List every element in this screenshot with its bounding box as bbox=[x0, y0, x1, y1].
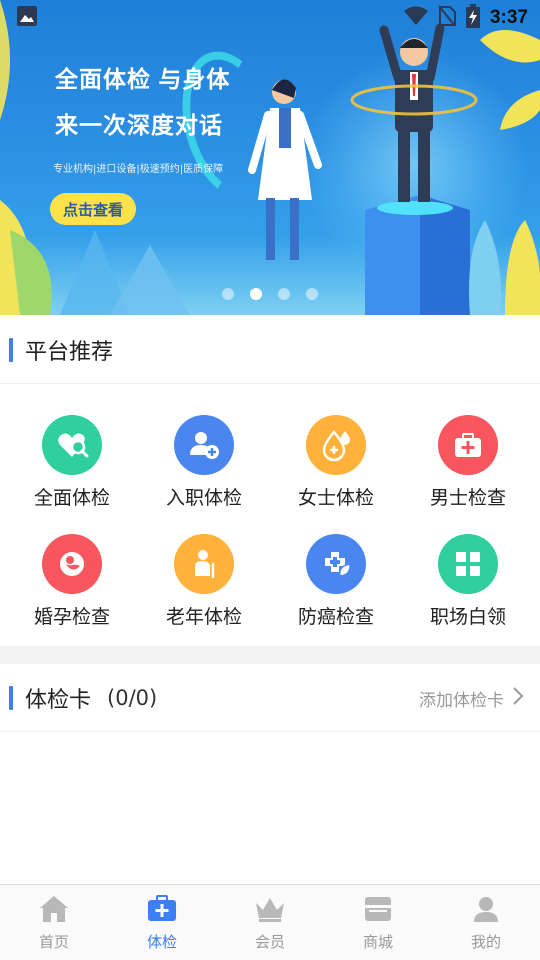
wifi-icon bbox=[403, 6, 428, 30]
tab-member[interactable]: 会员 bbox=[216, 885, 324, 960]
tab-home[interactable]: 首页 bbox=[0, 885, 108, 960]
platform-item-label: 入职体检 bbox=[165, 487, 242, 509]
user-icon bbox=[470, 895, 502, 927]
add-card-label: 添加体检卡 bbox=[419, 690, 504, 711]
carousel-dot[interactable] bbox=[222, 288, 234, 300]
card-count: (0/0) bbox=[107, 686, 158, 710]
platform-item-pregnancy[interactable]: 婚孕检查 bbox=[6, 524, 138, 629]
no-sim-icon bbox=[438, 5, 456, 31]
chevron-right-icon bbox=[512, 686, 524, 711]
platform-item-full-checkup[interactable]: 全面体检 bbox=[6, 405, 138, 510]
crown-icon bbox=[254, 895, 286, 927]
section-accent-bar bbox=[9, 338, 13, 362]
platform-item-women[interactable]: 女士体检 bbox=[270, 405, 402, 510]
banner-illustration bbox=[0, 0, 540, 315]
platform-item-label: 职场白领 bbox=[429, 606, 506, 628]
platform-item-label: 婚孕检查 bbox=[33, 606, 110, 628]
tab-shop[interactable]: 商城 bbox=[324, 885, 432, 960]
platform-item-label: 女士体检 bbox=[297, 487, 374, 509]
drop-plus-icon bbox=[306, 415, 366, 475]
tab-label: 会员 bbox=[254, 933, 285, 951]
platform-item-white-collar[interactable]: 职场白领 bbox=[402, 524, 534, 629]
battery-charging-icon bbox=[465, 4, 480, 32]
shop-icon bbox=[362, 895, 394, 927]
cross-leaf-icon bbox=[306, 534, 366, 594]
tab-checkup[interactable]: 体检 bbox=[108, 885, 216, 960]
divider bbox=[0, 731, 540, 732]
grid-icon bbox=[438, 534, 498, 594]
carousel-dot[interactable] bbox=[278, 288, 290, 300]
platform-item-label: 全面体检 bbox=[33, 487, 110, 509]
banner-title-line1: 全面体检 与身体 bbox=[55, 66, 231, 92]
platform-item-cancer[interactable]: 防癌检查 bbox=[270, 524, 402, 629]
banner-cta-button[interactable]: 点击查看 bbox=[50, 193, 136, 225]
banner-subtitle: 专业机构|进口设备|极速预约|医质保障 bbox=[53, 164, 224, 175]
banner-carousel[interactable]: 全面体检 与身体 来一次深度对话 专业机构|进口设备|极速预约|医质保障 点击查… bbox=[0, 0, 540, 315]
status-time: 3:37 bbox=[489, 7, 528, 28]
add-card-button[interactable]: 添加体检卡 bbox=[419, 686, 524, 711]
platform-item-men[interactable]: 男士检查 bbox=[402, 405, 534, 510]
medkit-icon bbox=[438, 415, 498, 475]
carousel-indicator bbox=[222, 288, 318, 300]
carousel-dot[interactable] bbox=[306, 288, 318, 300]
medical-kit-icon bbox=[146, 895, 178, 927]
section-accent-bar bbox=[9, 686, 13, 710]
platform-item-label: 老年体检 bbox=[165, 606, 242, 628]
tab-profile[interactable]: 我的 bbox=[432, 885, 540, 960]
platform-item-onboarding[interactable]: 入职体检 bbox=[138, 405, 270, 510]
platform-section-title: 平台推荐 bbox=[25, 340, 114, 365]
platform-grid: 全面体检 入职体检 女士体检 男士检查 婚孕检查 老年体检 防癌检查 职场白领 bbox=[0, 405, 540, 629]
platform-section-header: 平台推荐 bbox=[0, 316, 540, 384]
platform-item-label: 防癌检查 bbox=[297, 606, 374, 628]
banner-title-line2: 来一次深度对话 bbox=[55, 112, 223, 138]
gallery-icon bbox=[16, 5, 38, 31]
add-user-icon bbox=[174, 415, 234, 475]
status-bar: 3:37 bbox=[0, 0, 540, 36]
tab-label: 商城 bbox=[362, 933, 393, 951]
platform-item-elderly[interactable]: 老年体检 bbox=[138, 524, 270, 629]
card-section-title: 体检卡 bbox=[25, 688, 92, 713]
baby-icon bbox=[42, 534, 102, 594]
tab-label: 体检 bbox=[146, 933, 177, 951]
section-separator bbox=[0, 646, 540, 664]
home-icon bbox=[38, 895, 70, 927]
bottom-tab-bar: 首页 体检 会员 商城 我的 bbox=[0, 884, 540, 960]
tab-label: 我的 bbox=[470, 933, 501, 951]
elder-icon bbox=[174, 534, 234, 594]
heart-search-icon bbox=[42, 415, 102, 475]
carousel-dot-active[interactable] bbox=[250, 288, 262, 300]
divider bbox=[0, 383, 540, 384]
card-section-header: 体检卡 (0/0) 添加体检卡 bbox=[0, 664, 540, 732]
tab-label: 首页 bbox=[38, 933, 69, 951]
platform-item-label: 男士检查 bbox=[429, 487, 506, 509]
screen: 全面体检 与身体 来一次深度对话 专业机构|进口设备|极速预约|医质保障 点击查… bbox=[0, 0, 540, 960]
